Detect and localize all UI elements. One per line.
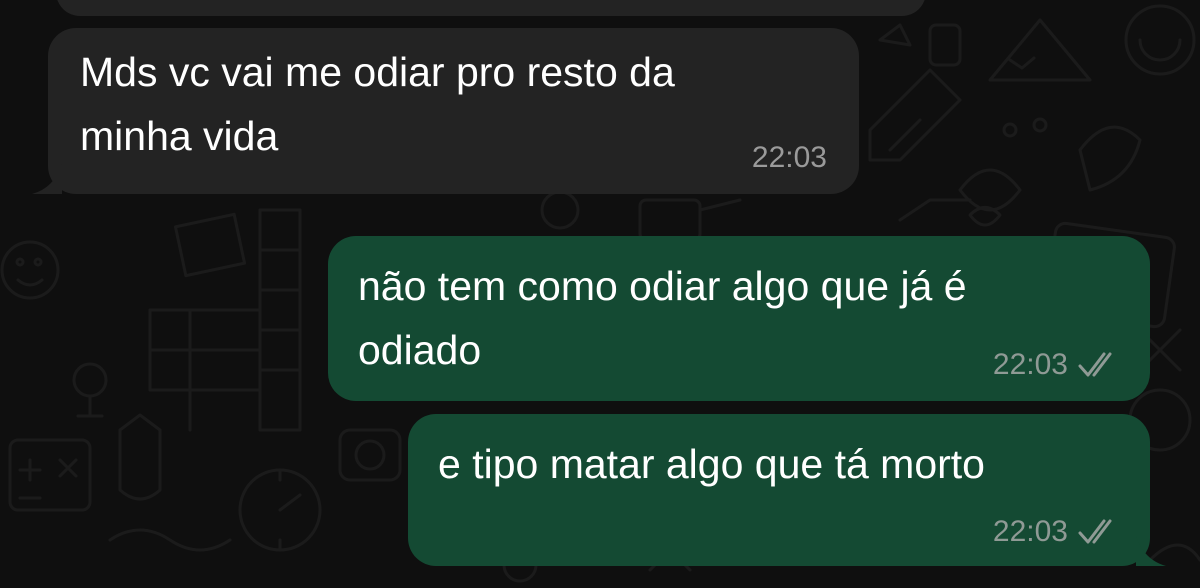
message-line: não tem como odiar algo que já é [358,263,967,309]
bubble-tail [1136,536,1166,566]
message-line: odiado [358,327,482,373]
message-text: e tipo matar algo que tá morto [438,432,985,496]
message-bubble-partial[interactable] [56,0,926,16]
message-meta: 22:03 [993,514,1120,550]
read-double-check-icon [1078,519,1120,545]
bubble-tail [32,164,62,194]
message-time: 22:03 [992,515,1068,548]
message-time: 22:03 [751,141,827,174]
message-meta: 22:03 [752,140,827,176]
message-line: Mds vc vai me odiar pro resto da [80,49,675,95]
message-line: e tipo matar algo que tá morto [438,441,985,487]
message-time: 22:03 [992,348,1068,381]
message-bubble-incoming[interactable]: Mds vc vai me odiar pro resto da minha v… [32,28,859,194]
message-text: Mds vc vai me odiar pro resto da minha v… [80,40,675,168]
message-text: não tem como odiar algo que já é odiado [358,254,967,382]
message-bubble-outgoing[interactable]: e tipo matar algo que tá morto 22:03 [408,414,1166,566]
read-double-check-icon [1078,352,1120,378]
message-line: minha vida [80,113,279,159]
message-meta: 22:03 [993,347,1120,383]
message-bubble-outgoing[interactable]: não tem como odiar algo que já é odiado … [328,236,1150,401]
